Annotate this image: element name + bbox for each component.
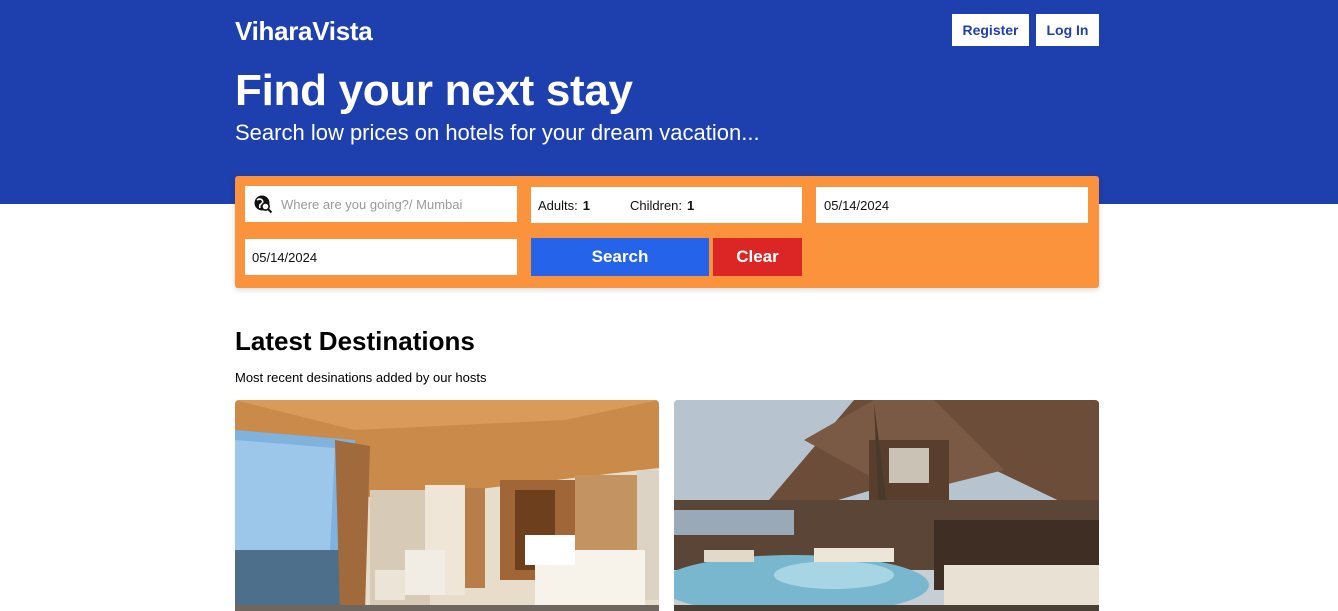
children-label: Children: [629,197,683,213]
resort-pool-image [674,400,1099,611]
destination-field[interactable] [245,186,517,222]
search-button[interactable]: Search [531,238,709,276]
brand-logo[interactable]: ViharaVista [235,16,373,47]
destination-card[interactable] [674,400,1099,611]
children-value[interactable]: 1 [687,198,694,213]
destination-input[interactable] [281,196,501,212]
hotel-room-image [235,400,659,611]
latest-destinations-subtitle: Most recent desinations added by our hos… [235,370,487,385]
check-in-date-input[interactable]: 05/14/2024 [816,187,1088,223]
auth-buttons: Register Log In [952,14,1099,46]
check-out-date-input[interactable]: 05/14/2024 [245,239,517,275]
hero-title: Find your next stay [235,66,633,115]
map-search-icon [253,194,273,214]
clear-button[interactable]: Clear [713,238,802,276]
register-button[interactable]: Register [952,14,1029,46]
hero-banner [0,0,1338,204]
latest-destinations-title: Latest Destinations [235,326,475,356]
adults-counter[interactable]: Adults: 1 [538,198,590,213]
children-counter[interactable]: Children: 1 [630,198,694,213]
search-panel: Adults: 1 Children: 1 05/14/2024 05/14/2… [235,176,1099,288]
destination-card[interactable] [235,400,659,611]
hero-subtitle: Search low prices on hotels for your dre… [235,120,760,145]
login-button[interactable]: Log In [1036,14,1099,46]
adults-label: Adults: [538,197,578,213]
guests-field: Adults: 1 Children: 1 [531,187,802,223]
adults-value[interactable]: 1 [583,198,590,213]
